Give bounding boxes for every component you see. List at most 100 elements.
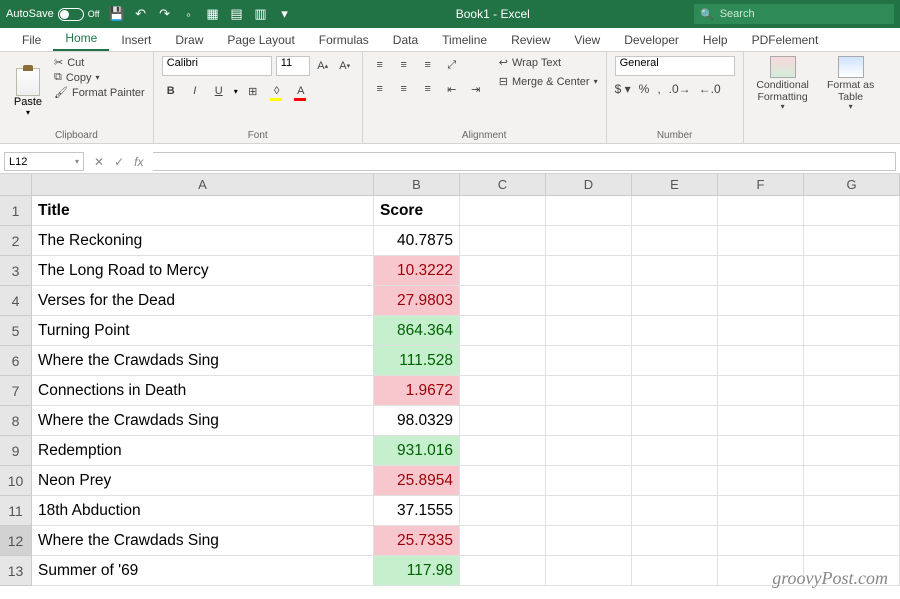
cell[interactable] bbox=[632, 316, 718, 346]
merge-center-button[interactable]: ⊟Merge & Center ▾ bbox=[499, 75, 598, 88]
qat-icon-1[interactable]: ◦ bbox=[182, 7, 196, 21]
currency-icon[interactable]: $ ▾ bbox=[615, 82, 631, 96]
cell[interactable]: 40.7875 bbox=[374, 226, 460, 256]
wrap-text-button[interactable]: ↩Wrap Text bbox=[499, 56, 598, 69]
orientation-icon[interactable]: ⤢ bbox=[443, 56, 461, 74]
cell[interactable] bbox=[546, 346, 632, 376]
cell[interactable]: 18th Abduction bbox=[32, 496, 374, 526]
font-name-select[interactable]: Calibri bbox=[162, 56, 272, 76]
qat-icon-2[interactable]: ▦ bbox=[206, 7, 220, 21]
tab-file[interactable]: File bbox=[10, 29, 53, 51]
column-header-F[interactable]: F bbox=[718, 174, 804, 196]
cell[interactable] bbox=[546, 406, 632, 436]
cell[interactable] bbox=[546, 226, 632, 256]
cell[interactable] bbox=[546, 526, 632, 556]
column-header-C[interactable]: C bbox=[460, 174, 546, 196]
column-header-A[interactable]: A bbox=[32, 174, 374, 196]
row-header[interactable]: 12 bbox=[0, 526, 32, 556]
cell[interactable]: Turning Point bbox=[32, 316, 374, 346]
cell[interactable] bbox=[546, 556, 632, 586]
cell[interactable]: 27.9803 bbox=[374, 286, 460, 316]
cell[interactable]: The Long Road to Mercy bbox=[32, 256, 374, 286]
save-icon[interactable]: 💾 bbox=[110, 7, 124, 21]
row-header[interactable]: 3 bbox=[0, 256, 32, 286]
cell[interactable] bbox=[460, 526, 546, 556]
spreadsheet-grid[interactable]: ABCDEFG1TitleScore2The Reckoning40.78753… bbox=[0, 174, 900, 586]
cell[interactable] bbox=[804, 226, 900, 256]
cell[interactable]: Summer of '69 bbox=[32, 556, 374, 586]
chevron-down-icon[interactable]: ▾ bbox=[234, 87, 238, 96]
cell[interactable] bbox=[632, 376, 718, 406]
qat-icon-4[interactable]: ▥ bbox=[254, 7, 268, 21]
border-button[interactable]: ⊞ bbox=[244, 82, 262, 100]
cell[interactable]: Title bbox=[32, 196, 374, 226]
cell[interactable] bbox=[632, 526, 718, 556]
cell[interactable] bbox=[460, 466, 546, 496]
cell[interactable] bbox=[546, 256, 632, 286]
cell[interactable]: 864.364 bbox=[374, 316, 460, 346]
cell[interactable] bbox=[632, 496, 718, 526]
cell[interactable] bbox=[718, 256, 804, 286]
cell[interactable] bbox=[632, 466, 718, 496]
cell[interactable]: Score bbox=[374, 196, 460, 226]
cell[interactable] bbox=[804, 406, 900, 436]
font-color-button[interactable]: A bbox=[292, 82, 310, 100]
column-header-G[interactable]: G bbox=[804, 174, 900, 196]
comma-icon[interactable]: , bbox=[657, 82, 660, 96]
row-header[interactable]: 1 bbox=[0, 196, 32, 226]
tab-data[interactable]: Data bbox=[381, 29, 430, 51]
cell[interactable] bbox=[804, 376, 900, 406]
row-header[interactable]: 8 bbox=[0, 406, 32, 436]
row-header[interactable]: 4 bbox=[0, 286, 32, 316]
cell[interactable]: Connections in Death bbox=[32, 376, 374, 406]
decrease-indent-icon[interactable]: ⇤ bbox=[443, 80, 461, 98]
format-painter-button[interactable]: 🖌Format Painter bbox=[54, 86, 145, 99]
select-all-corner[interactable] bbox=[0, 174, 32, 196]
cell[interactable] bbox=[632, 406, 718, 436]
bold-button[interactable]: B bbox=[162, 82, 180, 100]
cell[interactable]: The Reckoning bbox=[32, 226, 374, 256]
italic-button[interactable]: I bbox=[186, 82, 204, 100]
cell[interactable] bbox=[546, 286, 632, 316]
cell[interactable]: Redemption bbox=[32, 436, 374, 466]
tab-developer[interactable]: Developer bbox=[612, 29, 691, 51]
tab-home[interactable]: Home bbox=[53, 27, 109, 51]
cell[interactable] bbox=[546, 466, 632, 496]
fx-icon[interactable]: fx bbox=[134, 155, 143, 169]
cell[interactable] bbox=[632, 346, 718, 376]
tab-insert[interactable]: Insert bbox=[109, 29, 163, 51]
cell[interactable]: 117.98 bbox=[374, 556, 460, 586]
column-header-E[interactable]: E bbox=[632, 174, 718, 196]
cell[interactable] bbox=[804, 316, 900, 346]
row-header[interactable]: 6 bbox=[0, 346, 32, 376]
tab-page-layout[interactable]: Page Layout bbox=[215, 29, 306, 51]
cell[interactable] bbox=[718, 346, 804, 376]
cell[interactable] bbox=[804, 196, 900, 226]
qat-icon-3[interactable]: ▤ bbox=[230, 7, 244, 21]
cell[interactable] bbox=[460, 316, 546, 346]
search-box[interactable]: 🔍 Search bbox=[694, 4, 894, 24]
decrease-decimal-icon[interactable]: ←.0 bbox=[699, 82, 721, 96]
cell[interactable]: 10.3222 bbox=[374, 256, 460, 286]
cell[interactable]: Where the Crawdads Sing bbox=[32, 406, 374, 436]
cell[interactable] bbox=[718, 286, 804, 316]
cell[interactable] bbox=[460, 376, 546, 406]
cell[interactable] bbox=[804, 466, 900, 496]
cell[interactable] bbox=[546, 496, 632, 526]
cell[interactable] bbox=[632, 286, 718, 316]
cell[interactable]: Neon Prey bbox=[32, 466, 374, 496]
align-left-icon[interactable]: ≡ bbox=[371, 80, 389, 98]
percent-icon[interactable]: % bbox=[639, 82, 650, 96]
cell[interactable] bbox=[718, 436, 804, 466]
tab-formulas[interactable]: Formulas bbox=[307, 29, 381, 51]
cell[interactable] bbox=[546, 196, 632, 226]
autosave-toggle[interactable]: AutoSave Off bbox=[6, 8, 100, 21]
cell[interactable]: Where the Crawdads Sing bbox=[32, 526, 374, 556]
tab-draw[interactable]: Draw bbox=[163, 29, 215, 51]
cell[interactable] bbox=[460, 196, 546, 226]
cell[interactable] bbox=[460, 286, 546, 316]
row-header[interactable]: 10 bbox=[0, 466, 32, 496]
undo-icon[interactable]: ↶ bbox=[134, 7, 148, 21]
align-top-icon[interactable]: ≡ bbox=[371, 56, 389, 74]
cell[interactable] bbox=[718, 196, 804, 226]
